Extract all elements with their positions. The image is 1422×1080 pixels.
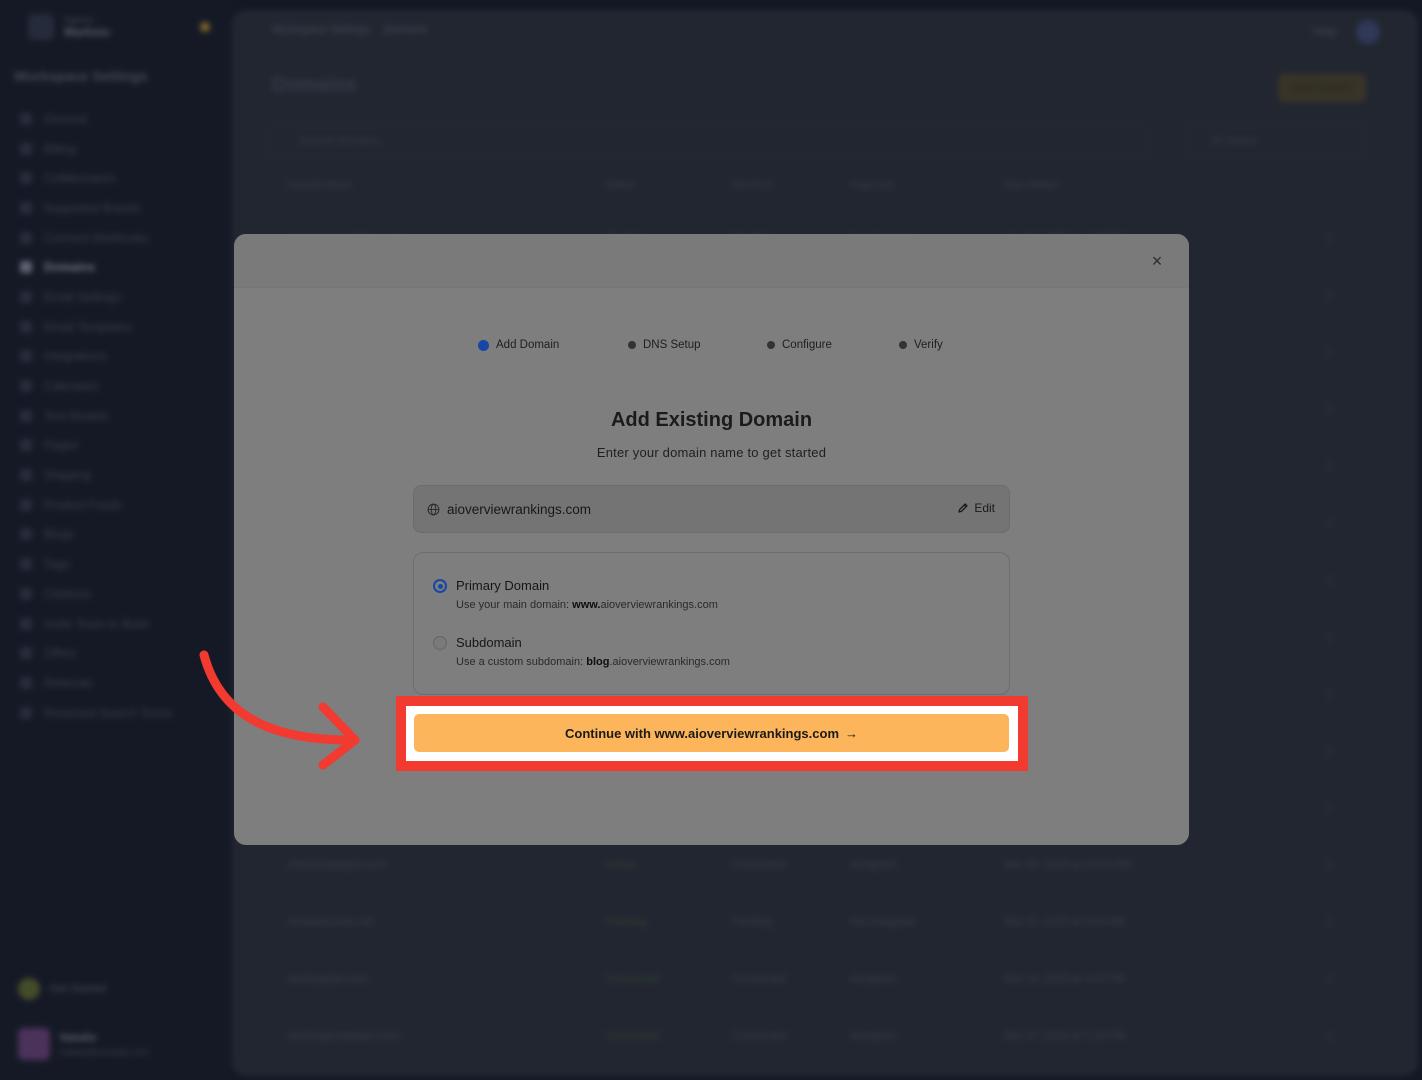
close-icon[interactable]: × <box>1147 251 1167 271</box>
step-label: DNS Setup <box>643 339 701 351</box>
primary-domain-radio[interactable] <box>433 579 447 593</box>
step-verify: Verify <box>899 339 943 351</box>
option-description: Use your main domain: www.aioverviewrank… <box>456 599 718 611</box>
modal-subtitle: Enter your domain name to get started <box>596 445 827 460</box>
subdomain-radio[interactable] <box>433 636 447 650</box>
step-label: Verify <box>914 339 943 351</box>
continue-label: Continue with www.aioverviewrankings.com <box>564 725 839 741</box>
domain-value: aioverviewrankings.com <box>447 502 592 517</box>
domain-display-field: aioverviewrankings.com Edit <box>413 485 1010 533</box>
step-dot-icon <box>899 341 907 349</box>
option-description: Use a custom subdomain: blog.aioverviewr… <box>456 656 730 668</box>
option-label: Primary Domain <box>456 578 550 593</box>
arrow-right-icon: → <box>845 725 858 741</box>
pencil-icon <box>958 503 968 513</box>
annotation-arrow-icon <box>199 650 360 770</box>
step-label: Add Domain <box>496 339 560 351</box>
option-subdomain[interactable]: Subdomain Use a custom subdomain: blog.a… <box>433 630 993 670</box>
modal-title: Add Existing Domain <box>610 409 813 431</box>
option-label: Subdomain <box>456 635 522 650</box>
modal-header: × <box>234 234 1189 288</box>
stepper: Add Domain DNS Setup Configure Verify <box>234 339 1189 359</box>
step-dot-icon <box>478 339 489 351</box>
step-dns-setup: DNS Setup <box>628 339 701 351</box>
step-dot-icon <box>767 341 775 349</box>
step-dot-icon <box>628 341 636 349</box>
edit-label: Edit <box>974 501 995 515</box>
step-label: Configure <box>782 339 832 351</box>
continue-button[interactable]: Continue with www.aioverviewrankings.com… <box>414 714 1009 752</box>
step-configure: Configure <box>767 339 832 351</box>
option-primary-domain[interactable]: Primary Domain Use your main domain: www… <box>433 573 993 613</box>
domain-type-options: Primary Domain Use your main domain: www… <box>413 552 1010 695</box>
globe-icon <box>427 503 440 516</box>
step-add-domain: Add Domain <box>478 339 559 351</box>
edit-domain-button[interactable]: Edit <box>957 501 995 515</box>
